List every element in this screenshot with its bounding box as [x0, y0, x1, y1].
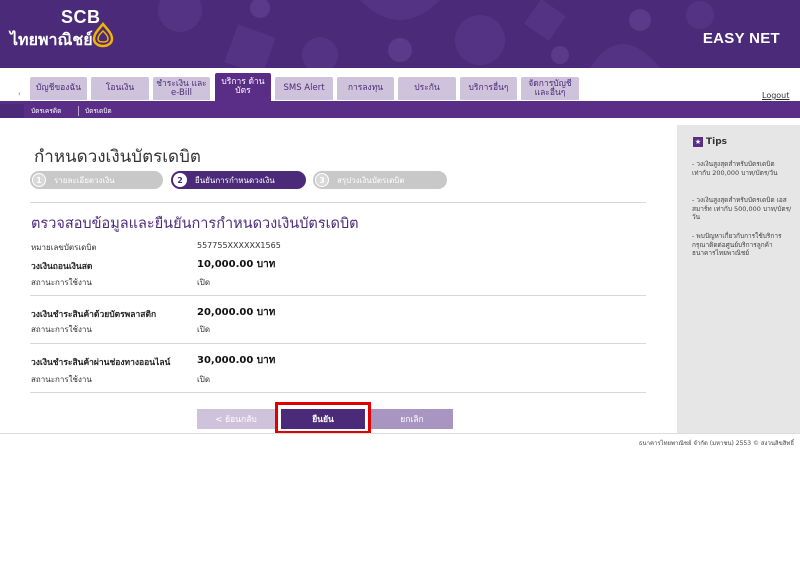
page-title: กำหนดวงเงินบัตรเดบิต	[34, 147, 201, 167]
tab-insurance[interactable]: ประกัน	[398, 77, 456, 100]
sub-tab-bar	[0, 104, 800, 118]
tip-item: - พบปัญหาเกี่ยวกับการใช้บริการ กรุณาติดต…	[692, 232, 782, 257]
limit-cash-status-label: สถานะการใช้งาน	[31, 278, 92, 287]
subtab-debit-card[interactable]: บัตรเดบิต	[85, 106, 112, 116]
back-button[interactable]: < ย้อนกลับ	[197, 409, 275, 429]
subtab-credit-card[interactable]: บัตรเครดิต	[31, 106, 61, 116]
limit-online-status: เปิด	[197, 375, 211, 384]
step-1-number: 1	[32, 173, 46, 187]
footer-divider	[0, 433, 800, 434]
divider-2	[30, 343, 646, 344]
tab-other-services[interactable]: บริการอื่นๆ	[460, 77, 517, 100]
logo-text-th: ไทยพาณิชย์	[10, 30, 93, 49]
tip-item: - วงเงินสูงสุดสำหรับบัตรเดบิต เท่ากับ 20…	[692, 160, 778, 177]
step-2-label: ยืนยันการกำหนดวงเงิน	[195, 175, 275, 185]
step-1-label: รายละเอียดวงเงิน	[54, 175, 115, 185]
limit-plastic-amount: 20,000.00 บาท	[197, 307, 276, 318]
subtab-separator	[78, 106, 79, 116]
limit-plastic-status: เปิด	[197, 325, 211, 334]
sub-tab-bar-edge	[0, 104, 24, 118]
star-icon: ★	[693, 137, 703, 147]
step-3-number: 3	[315, 173, 329, 187]
step-3: 3 สรุปวงเงินบัตรเดบิต	[313, 171, 447, 189]
limit-online-status-label: สถานะการใช้งาน	[31, 375, 92, 384]
tab-sms-alert[interactable]: SMS Alert	[275, 77, 333, 100]
step-2: 2 ยืนยันการกำหนดวงเงิน	[171, 171, 306, 189]
tips-header: ★ Tips	[693, 137, 727, 147]
logout-link[interactable]: Logout	[762, 91, 789, 100]
limit-cash-label: วงเงินถอนเงินสด	[31, 262, 93, 272]
limit-plastic-status-label: สถานะการใช้งาน	[31, 325, 92, 334]
tip-item: - วงเงินสูงสุดสำหรับบัตรเดบิต เอส สมาร์ท…	[692, 196, 792, 221]
chevron-left-icon[interactable]: ‹	[18, 90, 21, 98]
scb-logo[interactable]: SCB ไทยพาณิชย์	[0, 0, 122, 68]
limit-cash-amount: 10,000.00 บาท	[197, 259, 276, 270]
scb-emblem-icon	[92, 22, 114, 48]
card-number-label: หมายเลขบัตรเดบิต	[31, 243, 97, 252]
tab-card-services[interactable]: บริการ ด้านบัตร	[215, 73, 271, 101]
step-1: 1 รายละเอียดวงเงิน	[30, 171, 163, 189]
limit-cash-status: เปิด	[197, 278, 211, 287]
limit-online-label: วงเงินชำระสินค้าผ่านช่องทางออนไลน์	[31, 358, 171, 368]
tab-my-account[interactable]: บัญชีของฉัน	[30, 77, 87, 100]
tab-transfer[interactable]: โอนเงิน	[91, 77, 149, 100]
limit-online-amount: 30,000.00 บาท	[197, 355, 276, 366]
divider-3	[30, 392, 646, 393]
cancel-button[interactable]: ยกเลิก	[371, 409, 453, 429]
card-number-value: 557755XXXXXX1565	[197, 241, 281, 250]
limit-plastic-label: วงเงินชำระสินค้าด้วยบัตรพลาสติก	[31, 310, 157, 320]
divider-top	[30, 202, 646, 203]
confirm-highlight-box	[275, 402, 371, 434]
step-2-number: 2	[173, 173, 187, 187]
tips-title: Tips	[706, 137, 728, 147]
tab-payment[interactable]: ชำระเงิน และ e-Bill	[153, 77, 210, 100]
tab-manage-account[interactable]: จัดการบัญชี และอื่นๆ	[521, 77, 579, 100]
section-title: ตรวจสอบข้อมูลและยืนยันการกำหนดวงเงินบัตร…	[31, 216, 359, 232]
footer-copyright: ธนาคารไทยพาณิชย์ จำกัด (มหาชน) 2553 © สง…	[638, 440, 794, 447]
tab-investment[interactable]: การลงทุน	[337, 77, 394, 100]
divider-1	[30, 295, 646, 296]
top-header: SCB ไทยพาณิชย์ EASY NET	[0, 0, 800, 68]
step-3-label: สรุปวงเงินบัตรเดบิต	[337, 175, 405, 185]
product-name: EASY NET	[702, 30, 780, 47]
